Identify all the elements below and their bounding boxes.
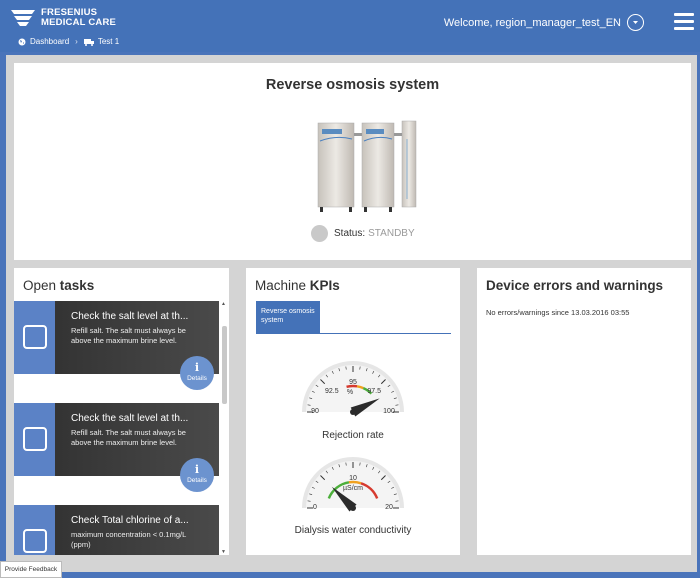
dashboard-content: Reverse osmosis system Status: STANDBY O…	[6, 55, 697, 572]
breadcrumb: Dashboard › Test 1	[18, 37, 119, 46]
kpis-title: Machine KPIs	[255, 278, 340, 293]
kpis-title-light: Machine	[255, 278, 310, 293]
gauge-unit: %	[347, 389, 353, 396]
gauge-tick-label: 10	[349, 475, 357, 482]
errors-message: No errors/warnings since 13.03.2016 03:5…	[486, 308, 630, 317]
gauge-tick-label: 97.5	[367, 388, 381, 395]
scroll-up-icon[interactable]: ▲	[221, 301, 226, 307]
rejection-rate-label: Rejection rate	[322, 430, 384, 441]
details-button[interactable]: i Details	[180, 458, 214, 492]
scroll-thumb[interactable]	[222, 326, 227, 404]
task-description: maximum concentration < 0.1mg/L (ppm)	[71, 530, 186, 549]
details-label: Details	[187, 375, 207, 382]
tasks-scrollbar[interactable]: ▲ ▼	[221, 301, 227, 555]
gauge-tick-label: 20	[385, 504, 393, 511]
breadcrumb-device[interactable]: Test 1	[98, 37, 119, 46]
tasks-title-light: Open	[23, 278, 60, 293]
open-tasks-panel: Open tasks Check the salt level at th...…	[14, 268, 229, 555]
gauge-range-arc	[348, 480, 362, 485]
welcome-text: Welcome, region_manager_test_EN	[443, 16, 621, 29]
gauge-hub	[350, 505, 356, 511]
status-value: STANDBY	[368, 228, 415, 239]
tab-reverse-osmosis[interactable]: Reverse osmosis system	[256, 301, 320, 333]
task-card[interactable]: Check the salt level at th... Refill sal…	[14, 403, 219, 492]
logo-line-2: MEDICAL CARE	[41, 17, 117, 28]
task-title: Check Total chlorine of a...	[71, 515, 189, 526]
status-indicator: Status: STANDBY	[311, 225, 415, 242]
machine-kpis-panel: Machine KPIs Reverse osmosis system 90 92…	[246, 268, 460, 555]
device-icon	[83, 38, 94, 46]
task-card[interactable]: Check the salt level at th... Refill sal…	[14, 301, 219, 390]
system-title: Reverse osmosis system	[265, 77, 440, 93]
conductivity-gauge: 0 10 20 µS/cm	[302, 457, 404, 512]
gauge-hub	[350, 409, 356, 415]
fresenius-logo[interactable]: FRESENIUS MEDICAL CARE	[10, 8, 116, 28]
task-title: Check the salt level at th...	[71, 413, 189, 424]
errors-title: Device errors and warnings	[486, 278, 664, 293]
info-icon: i	[194, 463, 200, 476]
kpis-title-bold: KPIs	[309, 278, 340, 293]
breadcrumb-separator: ›	[75, 37, 78, 46]
gauge-tick-label: 92.5	[325, 388, 339, 395]
system-panel: Reverse osmosis system Status: STANDBY	[14, 63, 691, 260]
task-description: Refill salt. The salt must always be abo…	[71, 326, 186, 345]
gauge-range-arc	[346, 384, 358, 389]
details-button[interactable]: i Details	[180, 356, 214, 390]
task-description: Refill salt. The salt must always be abo…	[71, 428, 186, 447]
gauge-tick-label: 90	[311, 408, 319, 415]
tasks-title: Open tasks	[23, 278, 94, 293]
gauge-unit: µS/cm	[343, 485, 363, 492]
task-card[interactable]: Check Total chlorine of a... maximum con…	[14, 505, 219, 555]
scroll-down-icon[interactable]: ▼	[221, 549, 226, 555]
info-icon: i	[194, 361, 200, 374]
gauge-tick-label: 0	[313, 504, 317, 511]
task-checkbox[interactable]	[14, 301, 55, 374]
machine-image	[317, 120, 417, 212]
app-header: FRESENIUS MEDICAL CARE Dashboard › Test …	[0, 0, 700, 52]
breadcrumb-dashboard[interactable]: Dashboard	[30, 37, 69, 46]
status-label: Status:	[334, 228, 366, 239]
rejection-rate-gauge: 90 92.5 95 97.5 100 %	[302, 361, 404, 417]
task-title: Check the salt level at th...	[71, 311, 189, 322]
device-errors-panel: Device errors and warnings No errors/war…	[477, 268, 691, 555]
logo-icon	[11, 10, 35, 26]
status-dot	[311, 225, 328, 242]
tasks-title-bold: tasks	[59, 278, 95, 293]
globe-icon	[18, 38, 26, 46]
tab-underline	[256, 333, 451, 334]
gauge-tick-label: 100	[383, 408, 395, 415]
task-checkbox[interactable]	[14, 403, 55, 476]
details-label: Details	[187, 477, 207, 484]
provide-feedback-button[interactable]: Provide Feedback	[0, 561, 62, 578]
user-menu[interactable]: Welcome, region_manager_test_EN	[444, 14, 644, 31]
task-checkbox[interactable]	[14, 505, 55, 555]
chevron-down-icon[interactable]	[627, 14, 644, 31]
menu-icon[interactable]	[674, 13, 694, 31]
conductivity-label: Dialysis water conductivity	[294, 525, 412, 536]
gauge-tick-label: 95	[349, 379, 357, 386]
